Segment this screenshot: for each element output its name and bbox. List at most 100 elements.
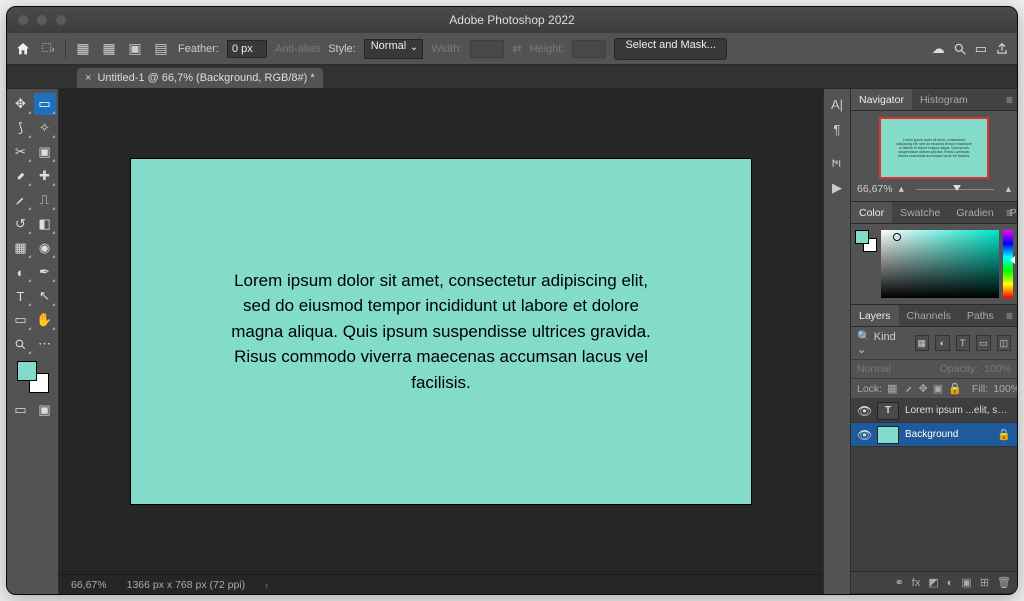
tab-gradients[interactable]: Gradien [948, 202, 1001, 223]
close-tab-icon[interactable]: × [85, 72, 91, 84]
status-chevron-icon[interactable]: › [265, 580, 268, 590]
foreground-color-swatch[interactable] [17, 361, 37, 381]
navigator-zoom[interactable]: 66,67% [857, 183, 893, 195]
share-icon[interactable] [995, 42, 1009, 56]
filter-pixel-icon[interactable]: ▦ [915, 335, 929, 351]
filter-smart-icon[interactable]: ◫ [997, 335, 1011, 351]
dodge-tool[interactable]: ◐ [10, 261, 32, 283]
stamp-tool[interactable]: ⎍ [34, 189, 56, 211]
edit-toolbar[interactable]: ⋯ [34, 333, 56, 355]
brush-tool[interactable] [10, 189, 32, 211]
crop-tool[interactable]: ✂ [10, 141, 32, 163]
tab-navigator[interactable]: Navigator [851, 89, 912, 110]
canvas-area[interactable]: Lorem ipsum dolor sit amet, consectetur … [59, 89, 823, 574]
subtract-selection-icon[interactable]: ▣ [126, 40, 144, 58]
lock-icon[interactable]: 🔒 [997, 428, 1011, 441]
play-panel-icon[interactable]: ▶ [832, 180, 842, 196]
color-swatches[interactable] [17, 361, 49, 393]
navigator-thumbnail[interactable]: Lorem ipsum dolor sit amet, consectetur … [879, 117, 989, 179]
fill-value[interactable]: 100% [993, 383, 1018, 395]
lock-trans-icon[interactable]: ▦ [887, 382, 897, 395]
filter-adjust-icon[interactable]: ◐ [935, 335, 949, 351]
blend-mode-dropdown[interactable]: Normal [857, 363, 891, 375]
panel-menu-icon[interactable]: ≡ [1006, 93, 1013, 107]
home-icon[interactable] [15, 41, 31, 57]
layer-filter-kind[interactable]: 🔍 Kind ⌄ [857, 330, 903, 356]
tab-paths[interactable]: Paths [959, 305, 1002, 326]
filter-type-icon[interactable]: T [956, 335, 970, 351]
select-and-mask-button[interactable]: Select and Mask... [614, 38, 727, 60]
blur-tool[interactable]: ◉ [34, 237, 56, 259]
layer-name[interactable]: Background [905, 429, 991, 440]
add-selection-icon[interactable]: ▦ [100, 40, 118, 58]
eyedropper-tool[interactable] [10, 165, 32, 187]
hue-strip[interactable] [1003, 230, 1013, 298]
zoom-in-icon[interactable]: ▴ [1006, 183, 1011, 195]
layer-row[interactable]: 👁 T Lorem ipsum ...elit, sed do [851, 399, 1017, 423]
layer-mask-icon[interactable]: ◩ [928, 576, 938, 589]
tab-swatches[interactable]: Swatche [892, 202, 948, 223]
frame-tool[interactable]: ▣ [34, 141, 56, 163]
lock-image-icon[interactable] [903, 383, 914, 394]
width-input [470, 40, 504, 58]
tab-layers[interactable]: Layers [851, 305, 899, 326]
navigator-zoom-slider[interactable] [910, 184, 1000, 194]
new-layer-icon[interactable]: ⊞ [980, 576, 989, 589]
cloud-icon[interactable]: ☁ [932, 41, 945, 57]
adjustment-layer-icon[interactable]: ◐ [947, 577, 954, 589]
feather-input[interactable] [227, 40, 267, 58]
close-window[interactable] [17, 14, 29, 26]
history-brush-tool[interactable]: ↺ [10, 213, 32, 235]
layer-row[interactable]: 👁 Background 🔒 [851, 423, 1017, 447]
type-tool[interactable]: T [10, 285, 32, 307]
visibility-icon[interactable]: 👁 [857, 428, 871, 442]
style-dropdown[interactable]: Normal [364, 39, 423, 59]
status-zoom[interactable]: 66,67% [71, 579, 107, 591]
gradient-tool[interactable]: ▦ [10, 237, 32, 259]
group-icon[interactable]: ▣ [961, 576, 971, 589]
new-selection-icon[interactable]: ▦ [74, 40, 92, 58]
link-layers-icon[interactable]: ⚭ [895, 576, 904, 589]
tab-histogram[interactable]: Histogram [912, 89, 976, 110]
status-docinfo[interactable]: 1366 px x 768 px (72 ppi) [127, 579, 246, 591]
quickmask-icon[interactable]: ▭ [10, 399, 32, 421]
screenmode-icon[interactable]: ▣ [34, 399, 56, 421]
opacity-value[interactable]: 100% [984, 363, 1011, 375]
move-tool[interactable]: ✥ [10, 93, 32, 115]
eraser-tool[interactable]: ◧ [34, 213, 56, 235]
lasso-tool[interactable]: ⟆ [10, 117, 32, 139]
search-icon[interactable] [953, 42, 967, 56]
pen-tool[interactable]: ✒ [34, 261, 56, 283]
intersect-selection-icon[interactable]: ▤ [152, 40, 170, 58]
tool-preset-icon[interactable] [39, 40, 57, 58]
layer-fx-icon[interactable]: fx [912, 577, 921, 589]
delete-layer-icon[interactable]: 🗑 [997, 576, 1011, 589]
layer-name[interactable]: Lorem ipsum ...elit, sed do [905, 405, 1011, 416]
healing-tool[interactable]: ✚ [34, 165, 56, 187]
mini-swatches[interactable] [855, 230, 877, 252]
zoom-tool[interactable] [10, 333, 32, 355]
shape-tool[interactable]: ▭ [10, 309, 32, 331]
lock-all-icon[interactable]: 🔒 [948, 382, 962, 395]
lock-pos-icon[interactable]: ✥ [919, 382, 928, 395]
glyphs-panel-icon[interactable] [831, 157, 844, 170]
tab-color[interactable]: Color [851, 202, 892, 223]
zoom-out-icon[interactable]: ▴ [899, 183, 904, 195]
path-select-tool[interactable]: ↖ [34, 285, 56, 307]
zoom-window[interactable] [55, 14, 67, 26]
document-tab[interactable]: × Untitled-1 @ 66,7% (Background, RGB/8#… [77, 68, 323, 88]
filter-shape-icon[interactable]: ▭ [976, 335, 990, 351]
visibility-icon[interactable]: 👁 [857, 404, 871, 418]
marquee-tool[interactable]: ▭ [34, 93, 56, 115]
hand-tool[interactable]: ✋ [34, 309, 56, 331]
panel-menu-icon[interactable]: ≡ [1006, 206, 1013, 220]
tab-channels[interactable]: Channels [899, 305, 959, 326]
panel-menu-icon[interactable]: ≡ [1006, 309, 1013, 323]
workspace-icon[interactable]: ▭ [975, 41, 987, 57]
wand-tool[interactable]: ✧ [34, 117, 56, 139]
minimize-window[interactable] [36, 14, 48, 26]
lock-nest-icon[interactable]: ▣ [933, 382, 943, 395]
artboard[interactable]: Lorem ipsum dolor sit amet, consectetur … [131, 159, 751, 504]
character-panel-icon[interactable]: A| [831, 97, 843, 112]
paragraph-panel-icon[interactable]: ¶ [834, 122, 841, 137]
